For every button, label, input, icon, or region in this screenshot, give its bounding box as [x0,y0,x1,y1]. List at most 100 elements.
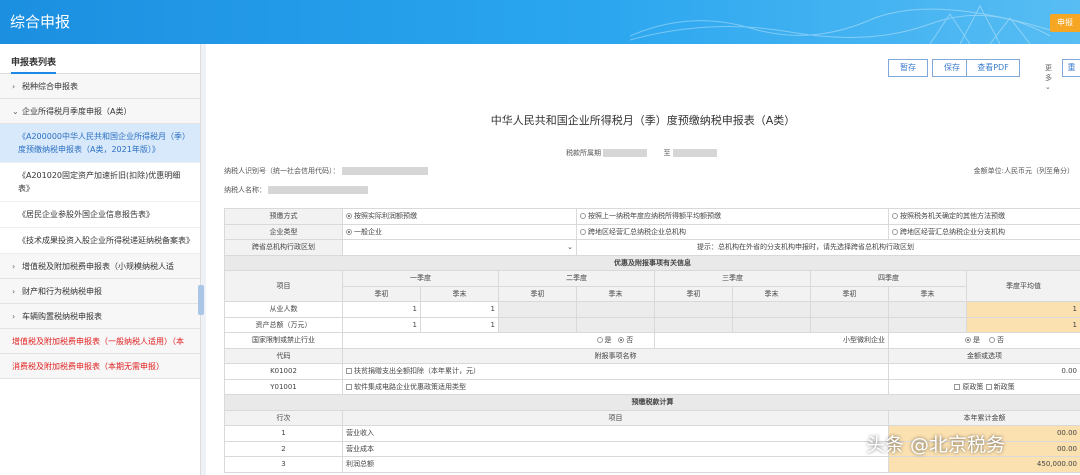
sidebar-collapse-handle[interactable] [198,285,204,315]
radio-icon [988,337,995,344]
assets-q1-end-input[interactable]: 1 [420,316,499,333]
q4-header: 四季度 [810,270,967,287]
taxpayer-name: 纳税人名称： [224,185,369,195]
employees-q3-end [732,301,811,318]
section-title-prepay-calc: 预缴税款计算 [224,394,1080,411]
assets-avg: 1 [966,316,1080,333]
sidebar-item-vehicle-purchase[interactable]: › 车辆购置税纳税申报表 [0,304,200,329]
sidebar-item-consumption-tax[interactable]: 消费税及附加税费申报表（本期无需申报） [0,354,200,379]
k01002-value-input[interactable]: 0.00 [888,363,1080,380]
q4-end-header: 季末 [888,285,967,302]
q2-header: 二季度 [498,270,655,287]
sidebar-item-label: 财产和行为税纳税申报 [22,287,102,296]
industry-row: 国家限制或禁止行业 是 否 小型微利企业 是 否 [224,332,1080,349]
tax-period: 税款所属期 至 [566,148,717,158]
no-label: 否 [626,336,634,345]
q2-end-header: 季末 [576,285,655,302]
row-value-input[interactable]: 450,000.00 [888,456,1080,473]
sidebar-subitem-foreign-shares[interactable]: 《居民企业参股外国企业信息报告表》 [0,202,200,228]
assets-q3-begin [654,316,733,333]
restricted-industry-label: 国家限制或禁止行业 [224,332,343,349]
sidebar-header: 申报表列表 [0,44,200,74]
no-label: 否 [996,336,1004,345]
y01001-item[interactable]: 软件集成电路企业优惠政策适用类型 [342,378,889,395]
chevron-right-icon: › [12,312,16,321]
small-enterprise-radio[interactable]: 是 否 [888,332,1080,349]
app-header: 综合申报 申报 [0,0,1080,44]
assets-q1-begin-input[interactable]: 1 [342,316,421,333]
sidebar-item-corporate-income-tax[interactable]: ⌄ 企业所得税月季度申报（A类） [0,99,200,124]
ytd-header: 本年累计金额 [888,409,1080,426]
employees-avg: 1 [966,301,1080,318]
prepay-method-label: 预缴方式 [224,208,343,225]
sidebar-item-property-behavior[interactable]: › 财产和行为税纳税申报 [0,279,200,304]
sidebar-subitem-a200000[interactable]: 《A200000中华人民共和国企业所得税月（季）度预缴纳税申报表（A类，2021… [0,124,200,163]
chevron-down-icon: ⌄ [1045,83,1051,91]
row-no-header: 行次 [224,409,343,426]
employees-q3-begin [654,301,733,318]
assets-q2-begin [498,316,577,333]
y01001-name: 软件集成电路企业优惠政策适用类型 [354,382,466,391]
cross-region-select[interactable]: ⌄ [342,239,577,256]
sidebar-item-vat-small[interactable]: › 增值税及附加税费申报表（小规模纳税人适 [0,254,200,279]
k01002-name: 扶贫捐赠支出全额扣除（本年累计，元） [354,367,480,376]
chevron-down-icon: ⌄ [12,107,19,116]
company-option-head[interactable]: 跨地区经营汇总纳税企业总机构 [576,223,889,240]
assets-q3-end [732,316,811,333]
sidebar-subitem-tech-investment[interactable]: 《技术成果投资入股企业所得税递延纳税备案表》 [0,228,200,254]
section-title-preferential: 优惠及附报事项有关信息 [224,254,1080,271]
radio-icon [346,213,352,220]
k01002-item[interactable]: 扶贫捐赠支出全额扣除（本年累计，元） [342,363,889,380]
view-pdf-button[interactable]: 查看PDF [966,59,1020,77]
restricted-industry-radio[interactable]: 是 否 [342,332,655,349]
more-menu[interactable]: 更多 ⌄ [1045,63,1052,91]
company-option-general[interactable]: 一般企业 [342,223,577,240]
employees-q1-end-input[interactable]: 1 [420,301,499,318]
new-policy-label: 新政策 [993,382,1015,391]
employees-q2-begin [498,301,577,318]
prepay-option-other[interactable]: 按照税务机关确定的其他方法预缴 [888,208,1080,225]
more-label: 更多 [1045,64,1052,82]
section-header-row-2: 预缴税款计算 [224,394,1080,411]
k01002-row: K01002 扶贫捐赠支出全额扣除（本年累计，元） 0.00 [224,363,1080,380]
y01001-row: Y01001 软件集成电路企业优惠政策适用类型 原政策 新政策 [224,378,1080,395]
q4-begin-header: 季初 [810,285,889,302]
employees-q1-begin-input[interactable]: 1 [342,301,421,318]
k01002-code: K01002 [224,363,343,380]
radio-icon [892,213,898,220]
sidebar-subitem-a201020[interactable]: 《A201020固定资产加速折旧(扣除)优惠明细表》 [0,163,200,202]
code-header: 代码 [224,347,343,364]
sidebar-title: 申报表列表 [11,55,57,74]
radio-icon [892,228,898,235]
cross-region-row: 跨省总机构行政区划 ⌄ 提示：总机构在外省的分支机构申报时，请先选择跨省总机构行… [224,239,1080,256]
option-label: 按照税务机关确定的其他方法预缴 [900,212,1005,221]
avg-header: 季度平均值 [966,270,1080,302]
calc-header-row: 行次 项目 本年累计金额 [224,409,1080,426]
header-decoration [630,4,1050,44]
period-label: 税款所属期 [566,149,601,157]
company-type-row: 企业类型 一般企业 跨地区经营汇总纳税企业总机构 跨地区经营汇总纳税企业分支机构 [224,223,1080,240]
small-enterprise-label: 小型微利企业 [654,332,889,349]
form-title: 中华人民共和国企业所得税月（季）度预缴纳税申报表（A类） [490,114,796,127]
prepay-option-average[interactable]: 按照上一纳税年度应纳税所得额平均额预缴 [576,208,889,225]
project-header: 项目 [342,409,889,426]
company-option-branch[interactable]: 跨地区经营汇总纳税企业分支机构 [888,223,1080,240]
more-actions-button[interactable]: 重 [1062,59,1080,77]
declare-button[interactable]: 申报 [1050,14,1080,32]
sidebar-item-vat-general[interactable]: 增值税及附加税费申报表（一般纳税人适用）（本 [0,329,200,354]
period-to: 至 [663,149,671,157]
radio-icon [596,337,603,344]
y01001-code: Y01001 [224,378,343,395]
save-draft-button[interactable]: 暂存 [888,59,928,77]
sidebar-item-label: 车辆购置税纳税申报表 [22,312,102,321]
sidebar-item-label: 企业所得税月季度申报（A类） [22,107,132,116]
chevron-down-icon: ⌄ [567,243,573,252]
assets-q2-end [576,316,655,333]
y01001-options[interactable]: 原政策 新政策 [888,378,1080,395]
row-name: 营业收入 [342,425,889,442]
cross-region-hint: 提示：总机构在外省的分支机构申报时，请先选择跨省总机构行政区划 [576,239,1080,256]
employees-q4-end [888,301,967,318]
prepay-option-actual[interactable]: 按照实际利润额预缴 [342,208,577,225]
employees-q2-end [576,301,655,318]
sidebar-item-tax-comprehensive[interactable]: › 税种综合申报表 [0,74,200,99]
